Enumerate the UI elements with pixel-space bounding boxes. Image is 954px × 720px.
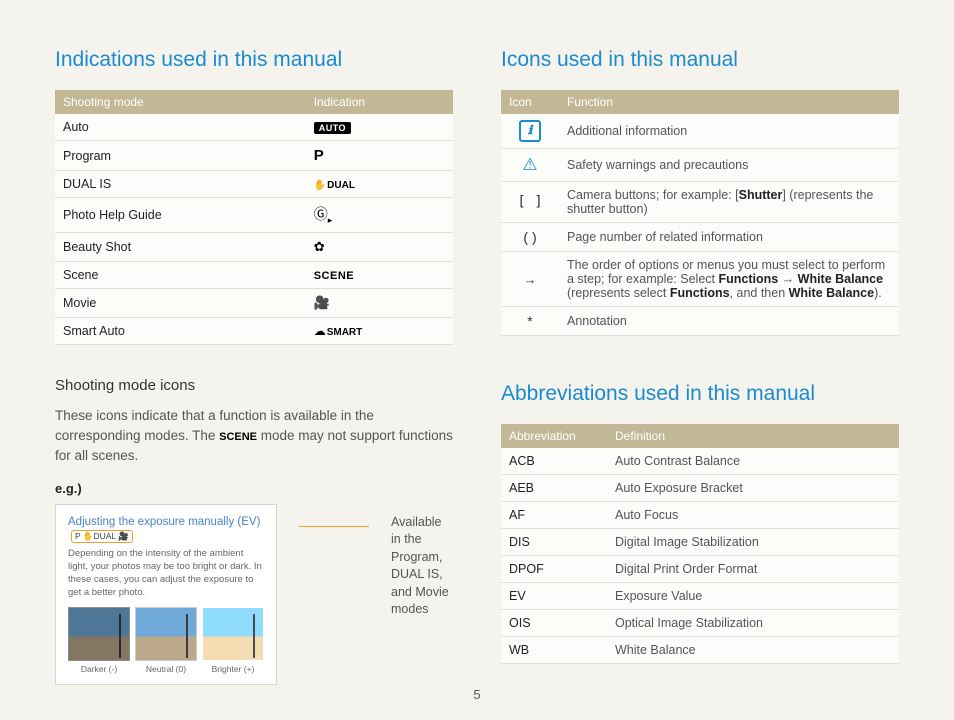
abbrev-title: Abbreviations used in this manual	[501, 382, 899, 406]
brackets-icon: [ ]	[517, 194, 542, 210]
table-row: ( ) Page number of related information	[501, 223, 899, 252]
indications-title: Indications used in this manual	[55, 48, 453, 72]
beauty-icon: ✿	[314, 239, 325, 254]
thumb-neutral: Neutral (0)	[135, 607, 197, 674]
table-row: Photo Help GuideⒼ▸	[55, 198, 453, 233]
icons-table: Icon Function ℹ Additional information ⚠…	[501, 90, 899, 336]
shooting-icons-body: These icons indicate that a function is …	[55, 406, 453, 467]
table-row: Smart AutoSMART	[55, 317, 453, 344]
auto-icon: AUTO	[314, 122, 351, 134]
table-row: AutoAUTO	[55, 114, 453, 141]
thumb-darker: Darker (-)	[68, 607, 130, 674]
table-row: DISDigital Image Stabilization	[501, 529, 899, 556]
th-icon: Icon	[501, 90, 559, 114]
parens-icon: ( )	[523, 229, 536, 245]
shooting-mode-table: Shooting mode Indication AutoAUTO Progra…	[55, 90, 453, 345]
arrow-icon: →	[524, 272, 537, 287]
table-row: ACBAuto Contrast Balance	[501, 448, 899, 475]
abbrev-table: Abbreviation Definition ACBAuto Contrast…	[501, 424, 899, 664]
table-row: ℹ Additional information	[501, 114, 899, 149]
callout-text: Available in the Program, DUAL IS, and M…	[391, 514, 453, 685]
shooting-mode-icons-subhead: Shooting mode icons	[55, 377, 453, 394]
page-number: 5	[0, 687, 954, 702]
table-row: DUAL ISDUAL	[55, 171, 453, 198]
table-row: Movie🎥	[55, 288, 453, 317]
eg-label: e.g.)	[55, 481, 453, 496]
help-guide-icon: Ⓖ▸	[314, 206, 333, 222]
table-row: EVExposure Value	[501, 583, 899, 610]
example-box: Adjusting the exposure manually (EV) P ✋…	[55, 504, 277, 685]
callout-line	[299, 526, 369, 685]
table-row: ProgramP	[55, 141, 453, 171]
example-title: Adjusting the exposure manually (EV) P ✋…	[68, 515, 264, 545]
table-row: SceneSCENE	[55, 261, 453, 288]
table-row: DPOFDigital Print Order Format	[501, 556, 899, 583]
warning-icon: ⚠	[522, 155, 537, 174]
scene-icon: SCENE	[314, 270, 354, 282]
th-definition: Definition	[607, 424, 899, 448]
th-abbrev: Abbreviation	[501, 424, 607, 448]
th-function: Function	[559, 90, 899, 114]
th-indication: Indication	[306, 90, 453, 114]
table-row: ⚠ Safety warnings and precautions	[501, 149, 899, 182]
example-thumbs: Darker (-) Neutral (0) Brighter (+)	[68, 607, 264, 674]
table-row: [ ] Camera buttons; for example: [Shutte…	[501, 182, 899, 223]
table-row: → The order of options or menus you must…	[501, 252, 899, 307]
thumb-brighter: Brighter (+)	[202, 607, 264, 674]
table-row: AFAuto Focus	[501, 502, 899, 529]
smart-icon: SMART	[314, 327, 363, 338]
table-row: OISOptical Image Stabilization	[501, 610, 899, 637]
info-icon: ℹ	[519, 120, 541, 142]
program-icon: P	[314, 147, 324, 164]
th-mode: Shooting mode	[55, 90, 306, 114]
table-row: WBWhite Balance	[501, 637, 899, 664]
icons-title: Icons used in this manual	[501, 48, 899, 72]
table-row: Beauty Shot✿	[55, 232, 453, 261]
example-desc: Depending on the intensity of the ambien…	[68, 548, 264, 599]
scene-inline-icon: SCENE	[219, 431, 257, 443]
dualis-icon: DUAL	[314, 180, 355, 191]
star-icon: *	[527, 313, 532, 329]
mode-pill: P ✋DUAL 🎥	[71, 530, 133, 543]
table-row: AEBAuto Exposure Bracket	[501, 475, 899, 502]
table-row: * Annotation	[501, 307, 899, 336]
movie-icon: 🎥	[314, 295, 330, 310]
